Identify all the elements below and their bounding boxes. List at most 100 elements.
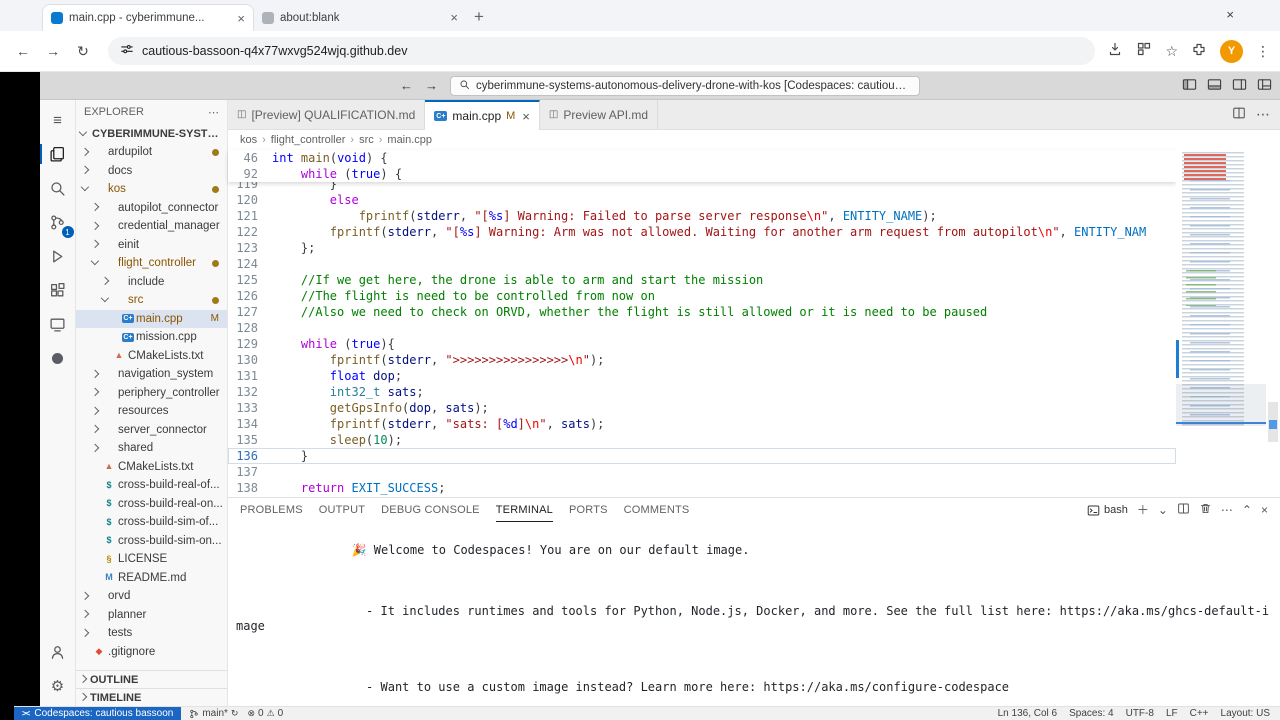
code-line[interactable]: 135 sleep(10); (228, 432, 1176, 448)
browser-tab[interactable]: main.cpp - cyberimmune... × (42, 4, 254, 31)
tree-item[interactable]: credential_manager (76, 217, 227, 236)
toggle-secondary-sidebar-icon[interactable] (1232, 77, 1247, 95)
profile-avatar[interactable]: Y (1220, 39, 1243, 63)
status-bar-item[interactable]: UTF-8 (1126, 708, 1154, 719)
explorer-icon[interactable] (39, 140, 72, 168)
tab-groups-icon[interactable] (1136, 41, 1152, 62)
code-line[interactable]: 122 fprintf(stderr, "[%s] Warning: Arm w… (228, 224, 1176, 240)
tree-item[interactable]: C+ mission.cpp (76, 328, 227, 347)
tree-item[interactable]: $ cross-build-sim-on... (76, 532, 227, 551)
tree-item[interactable]: orvd (76, 587, 227, 606)
tree-item[interactable]: docs (76, 162, 227, 181)
editor-more-actions-icon[interactable]: ⋯ (1256, 106, 1270, 123)
editor-tab[interactable]: ◫ [Preview] QUALIFICATION.md (228, 100, 426, 129)
tree-item[interactable]: src (76, 291, 227, 310)
code-line[interactable]: 124 (228, 256, 1176, 272)
branch-status-item[interactable]: main* ↻ (189, 708, 238, 719)
terminal-dropdown-icon[interactable]: ⌄ (1158, 504, 1168, 516)
toggle-sidebar-icon[interactable] (1182, 77, 1197, 95)
settings-gear-icon[interactable]: ⚙ (44, 672, 72, 700)
window-close-icon[interactable]: × (1226, 7, 1234, 22)
panel-tab[interactable]: DEBUG CONSOLE (381, 498, 480, 522)
status-bar-item[interactable]: Ln 136, Col 6 (998, 708, 1058, 719)
code-line[interactable]: 129 while (true){ (228, 336, 1176, 352)
panel-tab[interactable]: TERMINAL (495, 498, 553, 522)
code-line[interactable]: 125 //If we get here, the drone is able … (228, 272, 1176, 288)
new-tab-button[interactable]: + (474, 7, 484, 27)
tab-close-icon[interactable]: × (237, 11, 245, 26)
status-bar-item[interactable]: Layout: US (1221, 708, 1270, 719)
code-line[interactable]: 138 return EXIT_SUCCESS; (228, 480, 1176, 496)
panel-tab[interactable]: OUTPUT (319, 498, 365, 522)
panel-tab[interactable]: COMMENTS (624, 498, 690, 522)
extensions-puzzle-icon[interactable] (1191, 41, 1207, 62)
breadcrumb-item[interactable]: flight_controller (257, 134, 346, 146)
terminal[interactable]: 🎉 Welcome to Codespaces! You are on our … (228, 522, 1280, 706)
tab-close-icon[interactable]: × (450, 10, 458, 25)
terminal-instance-item[interactable]: bash (1087, 504, 1128, 517)
tree-item[interactable]: ▲ CMakeLists.txt (76, 458, 227, 477)
tree-item[interactable]: shared (76, 439, 227, 458)
panel-more-actions-icon[interactable]: ⋯ (1221, 504, 1233, 516)
panel-tab[interactable]: PORTS (569, 498, 608, 522)
kill-terminal-trash-icon[interactable] (1199, 502, 1212, 518)
remote-indicator[interactable]: >< Codespaces: cautious bassoon (14, 707, 182, 720)
source-control-icon[interactable]: 1 (44, 208, 74, 238)
browser-tab[interactable]: about:blank × (254, 4, 466, 31)
split-terminal-icon[interactable] (1177, 502, 1190, 518)
bookmark-star-icon[interactable]: ☆ (1165, 43, 1178, 60)
site-info-icon[interactable] (120, 43, 134, 60)
code-line[interactable]: 121 fprintf(stderr, "[%s] Warning: Faile… (228, 208, 1176, 224)
sticky-scroll[interactable]: 46 int main(void) { 92 while (true) { (228, 150, 1176, 182)
outline-section[interactable]: OUTLINE (76, 670, 227, 688)
breadcrumb-item[interactable]: kos (240, 134, 257, 146)
sticky-line[interactable]: 92 while (true) { (228, 166, 1176, 182)
close-tab-icon[interactable]: × (522, 109, 530, 124)
workspace-section-header[interactable]: CYBERIMMUNE-SYSTEMS-... (76, 124, 227, 143)
tree-item[interactable]: kos (76, 180, 227, 199)
timeline-section[interactable]: TIMELINE (76, 688, 227, 706)
browser-forward-button[interactable]: → (40, 38, 66, 64)
download-icon[interactable] (1107, 41, 1123, 62)
editor-forward-icon[interactable]: → (425, 78, 438, 93)
tree-item[interactable]: ◆ .gitignore (76, 643, 227, 662)
live-share-icon[interactable] (44, 344, 72, 372)
minimap[interactable] (1176, 150, 1266, 497)
browser-reload-button[interactable]: ↻ (70, 38, 96, 64)
tree-item[interactable]: navigation_system (76, 365, 227, 384)
sticky-line[interactable]: 46 int main(void) { (228, 150, 1176, 166)
extensions-icon[interactable] (44, 276, 72, 304)
tree-item[interactable]: $ cross-build-sim-of... (76, 513, 227, 532)
problems-status-item[interactable]: ⊗ 0 ⚠ 0 (247, 708, 283, 719)
command-center[interactable]: cyberimmune-systems-autonomous-delivery-… (450, 75, 920, 96)
editor-back-icon[interactable]: ← (400, 78, 413, 93)
code-line[interactable]: 126 //The flight is need to be controlle… (228, 288, 1176, 304)
tree-item[interactable]: einit (76, 236, 227, 255)
tree-item[interactable]: ardupilot (76, 143, 227, 162)
code-line[interactable]: 133 getGpsInfo(dop, sats); (228, 400, 1176, 416)
code-line[interactable]: 137 (228, 464, 1176, 480)
tree-item[interactable]: server_connector (76, 421, 227, 440)
close-panel-icon[interactable]: × (1261, 504, 1268, 516)
status-bar-item[interactable]: LF (1166, 708, 1178, 719)
search-icon[interactable] (44, 174, 72, 202)
code-line[interactable]: 130 fprintf(stderr, ">>>>>>>>>>>>>>>>\n"… (228, 352, 1176, 368)
address-bar[interactable]: cautious-bassoon-q4x77wxvg524wjq.github.… (108, 37, 1096, 65)
code-line[interactable]: 134 fprintf(stderr, "sats: [%d]\n", sats… (228, 416, 1176, 432)
code-line[interactable]: 131 float dop; (228, 368, 1176, 384)
panel-tab[interactable]: PROBLEMS (240, 498, 303, 522)
minimap-slider[interactable] (1176, 384, 1266, 426)
tree-item[interactable]: resources (76, 402, 227, 421)
editor-tab[interactable]: C+ main.cpp M × (425, 100, 540, 130)
editor-scrollbar[interactable] (1266, 150, 1280, 497)
browser-back-button[interactable]: ← (10, 38, 36, 64)
browser-menu-kebab-icon[interactable]: ⋮ (1256, 43, 1270, 60)
tree-item[interactable]: $ cross-build-real-of... (76, 476, 227, 495)
tree-item[interactable]: flight_controller (76, 254, 227, 273)
split-editor-icon[interactable] (1232, 106, 1246, 123)
explorer-more-actions-icon[interactable]: ⋯ (208, 106, 219, 119)
breadcrumb-item[interactable]: main.cpp (374, 134, 432, 146)
tree-item[interactable]: M README.md (76, 569, 227, 588)
code-line[interactable]: 123 }; (228, 240, 1176, 256)
tree-item[interactable]: $ cross-build-real-on... (76, 495, 227, 514)
